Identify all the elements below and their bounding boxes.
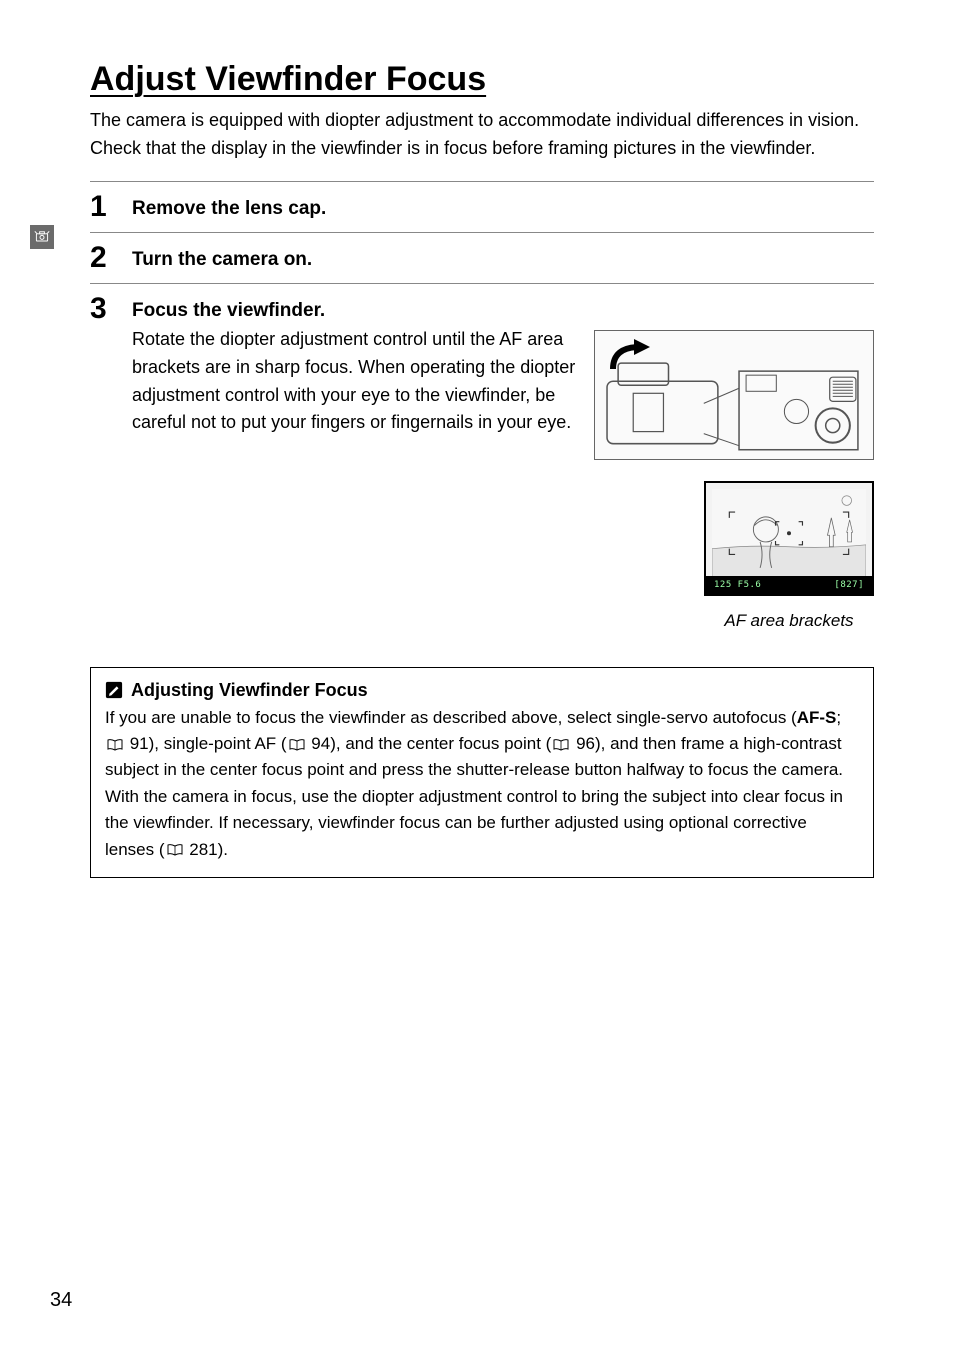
intro-paragraph: The camera is equipped with diopter adju…: [90, 107, 874, 163]
page-number: 34: [50, 1289, 72, 1312]
step-row: 2 Turn the camera on.: [90, 233, 874, 284]
page-ref-icon: [107, 739, 123, 751]
step-row: 1 Remove the lens cap.: [90, 182, 874, 233]
note-title: Adjusting Viewfinder Focus: [131, 680, 368, 701]
viewfinder-preview-illustration: 125 F5.6 [827]: [704, 481, 874, 596]
step-title: Remove the lens cap.: [132, 190, 874, 220]
section-tab-icon: [30, 225, 54, 249]
illustration-caption: AF area brackets: [704, 611, 874, 631]
note-box: Adjusting Viewfinder Focus If you are un…: [90, 667, 874, 878]
page-ref-icon: [553, 739, 569, 751]
step-title: Focus the viewfinder.: [132, 292, 874, 322]
step-list: 1 Remove the lens cap. 2 Turn the camera…: [90, 181, 874, 631]
viewfinder-readout-left: 125 F5.6: [714, 580, 761, 590]
camera-outline-icon: [603, 353, 865, 454]
page-ref-icon: [289, 739, 305, 751]
pencil-note-icon: [105, 681, 123, 699]
step-number: 3: [90, 292, 132, 631]
step-row: 3 Focus the viewfinder. Rotate the diopt…: [90, 284, 874, 631]
note-body: If you are unable to focus the viewfinde…: [105, 705, 859, 863]
step-title: Turn the camera on.: [132, 241, 874, 271]
step-illustrations: 125 F5.6 [827] AF area brackets: [594, 322, 874, 631]
af-mode-label: AF-S: [797, 708, 837, 727]
page-ref-icon: [167, 844, 183, 856]
camera-diopter-illustration: [594, 330, 874, 460]
step-number: 1: [90, 190, 132, 222]
step-number: 2: [90, 241, 132, 273]
step-body: Rotate the diopter adjustment control un…: [132, 326, 576, 631]
viewfinder-readout-right: [827]: [834, 580, 864, 590]
page-title: Adjust Viewfinder Focus: [90, 60, 874, 99]
